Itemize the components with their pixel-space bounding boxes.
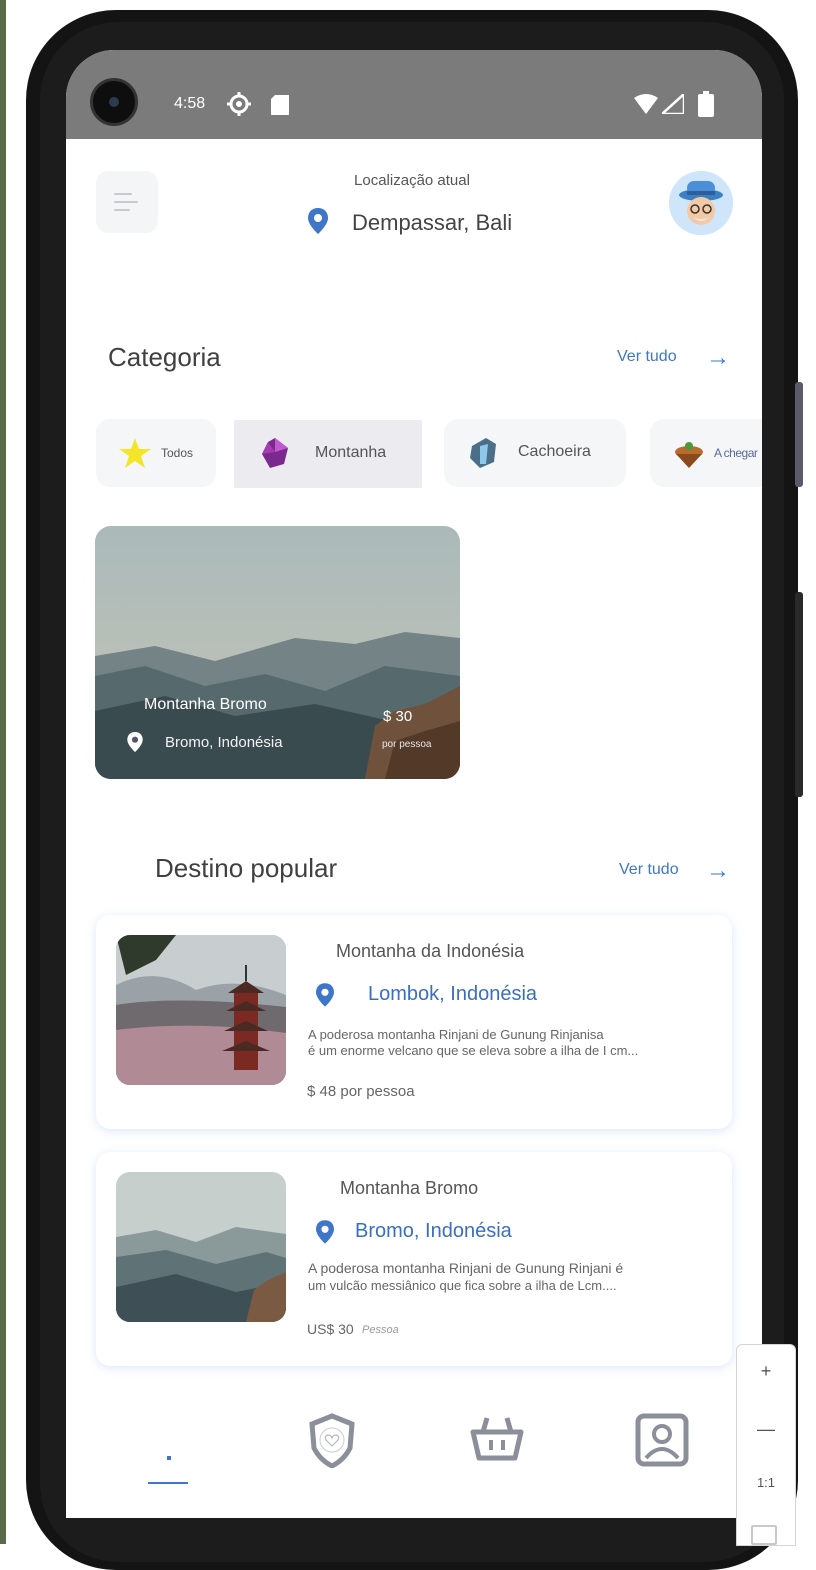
left-edge-strip [0, 0, 6, 1544]
popular-description-line: A poderosa montanha Rinjani de Gunung Ri… [308, 1260, 624, 1276]
popular-price-suffix: Pessoa [362, 1324, 399, 1336]
category-chip-label: A chegar [714, 446, 758, 460]
popular-destination-card[interactable]: Montanha Bromo Bromo, Indonésia A podero… [96, 1152, 732, 1366]
avatar[interactable] [669, 171, 733, 235]
popular-destination-card[interactable]: Montanha da Indonésia Lombok, Indonésia … [96, 915, 732, 1129]
popular-arrow-right-icon[interactable]: → [706, 857, 730, 885]
current-location-city[interactable]: Dempassar, Bali [352, 210, 512, 236]
side-button-upper [795, 382, 803, 487]
zoom-in-button[interactable]: + [737, 1361, 795, 1382]
popular-description-line: um vulcão messiânico que fica sobre a il… [308, 1278, 617, 1293]
location-pin-icon [316, 983, 334, 1012]
featured-location: Bromo, Indonésia [165, 734, 283, 751]
popular-location: Bromo, Indonésia [355, 1220, 512, 1242]
menu-button[interactable] [96, 171, 158, 233]
featured-title: Montanha Bromo [144, 696, 267, 713]
category-chip-label: Todos [161, 446, 194, 460]
home-nav-indicator [148, 1482, 188, 1484]
featured-price: $ 30 [383, 708, 413, 725]
star-icon [118, 436, 152, 470]
basket-icon[interactable] [469, 1412, 525, 1468]
popular-see-all-link[interactable]: Ver tudo [619, 861, 679, 879]
pagoda-cherry-blossom-image [116, 935, 286, 1085]
settings-gear-icon [226, 91, 252, 123]
popular-price: US$ 30 [307, 1321, 354, 1337]
battery-icon [698, 91, 714, 122]
mountain-gem-icon [258, 436, 292, 470]
category-section-title: Categoria [108, 342, 221, 372]
popular-title: Montanha da Indonésia [336, 941, 525, 961]
profile-icon[interactable] [634, 1412, 690, 1468]
fit-screen-icon[interactable] [751, 1525, 777, 1545]
front-camera-icon [90, 78, 138, 126]
menu-line [114, 209, 130, 211]
popular-title: Montanha Bromo [340, 1178, 479, 1198]
category-chip-label: Montanha [315, 444, 387, 461]
current-location-label: Localização atual [354, 172, 470, 189]
cell-signal-icon [658, 91, 686, 119]
sd-card-icon [271, 95, 289, 120]
status-time: 4:58 [174, 95, 206, 112]
side-button-lower [795, 592, 803, 797]
popular-price: $ 48 por pessoa [307, 1083, 415, 1100]
waterfall-rock-icon [466, 436, 500, 470]
category-chip-label: Cachoeira [518, 443, 591, 460]
app-screen: 4:58 Localização atual Dempassar, Bali C… [66, 50, 762, 1518]
featured-location-pin-icon [127, 732, 143, 757]
category-arrow-right-icon[interactable]: → [706, 344, 730, 372]
wifi-icon [634, 94, 658, 119]
popular-section-title: Destino popular [155, 853, 338, 883]
menu-line [114, 193, 132, 195]
featured-per-person: por pessoa [382, 739, 432, 750]
island-icon [672, 436, 706, 470]
favorites-shield-icon[interactable] [304, 1412, 360, 1469]
misty-mountain-image [116, 1172, 286, 1322]
category-chip-all[interactable] [96, 419, 216, 487]
zoom-reset-button[interactable]: 1:1 [737, 1475, 795, 1490]
zoom-out-button[interactable]: — [737, 1419, 795, 1440]
location-pin-icon [308, 208, 328, 239]
zoom-controls: + — 1:1 [736, 1344, 796, 1546]
popular-location: Lombok, Indonésia [368, 983, 538, 1005]
popular-description-line: é um enorme velcano que se eleva sobre a… [308, 1043, 639, 1058]
menu-line [114, 201, 138, 203]
category-see-all-link[interactable]: Ver tudo [617, 348, 677, 366]
status-bar: 4:58 [66, 50, 762, 139]
location-pin-icon [316, 1220, 334, 1249]
home-nav-dot [167, 1456, 171, 1460]
popular-description-line: A poderosa montanha Rinjani de Gunung Ri… [308, 1027, 604, 1042]
